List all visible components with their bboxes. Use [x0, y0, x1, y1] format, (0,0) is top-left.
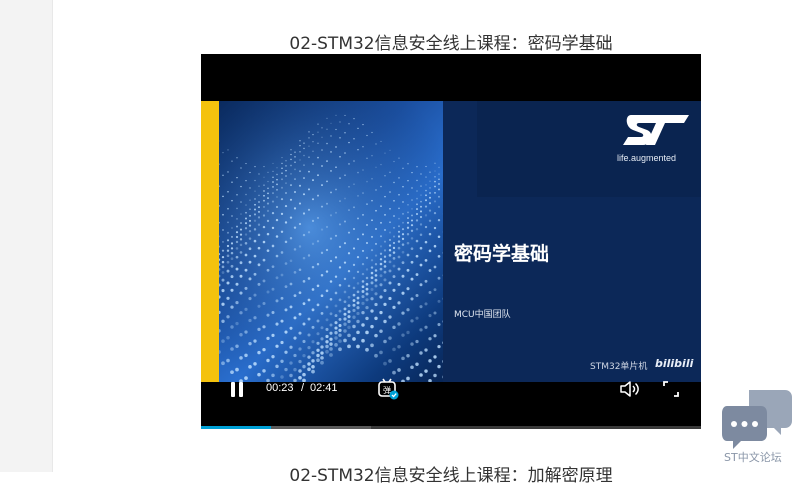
- slide-title: 密码学基础: [454, 243, 550, 265]
- left-gutter: [0, 0, 52, 472]
- next-video-title[interactable]: 02-STM32信息安全线上课程：加解密原理: [201, 461, 701, 486]
- slide-tagline: life.augmented: [617, 153, 677, 163]
- volume-icon[interactable]: [619, 380, 641, 398]
- accent-bar: [201, 101, 219, 382]
- current-time: 00:23: [266, 382, 294, 394]
- fullscreen-icon[interactable]: [663, 381, 679, 397]
- pause-icon[interactable]: [231, 382, 243, 397]
- player-controls: 00:23 / 02:41 弹: [201, 374, 701, 404]
- video-title: 02-STM32信息安全线上课程：密码学基础: [289, 34, 613, 54]
- st-logo-icon: [623, 115, 689, 145]
- progress-bar[interactable]: [201, 426, 701, 429]
- danmaku-toggle-icon[interactable]: 弹: [377, 378, 399, 400]
- channel-watermark: STM32单片机: [590, 362, 648, 372]
- binary-wave-image: [219, 101, 477, 382]
- video-frame[interactable]: life.augmented 密码学基础 MCU中国团队 STM32单片机 bi…: [201, 101, 701, 382]
- bilibili-logo: bilibili: [655, 357, 694, 370]
- forum-link-label[interactable]: ST中文论坛: [724, 449, 782, 465]
- gutter-divider: [52, 0, 53, 472]
- progress-fill: [201, 426, 271, 429]
- duration: 02:41: [310, 382, 338, 394]
- video-player[interactable]: life.augmented 密码学基础 MCU中国团队 STM32单片机 bi…: [201, 54, 701, 429]
- slide-team: MCU中国团队: [454, 310, 511, 320]
- time-separator: /: [301, 382, 305, 394]
